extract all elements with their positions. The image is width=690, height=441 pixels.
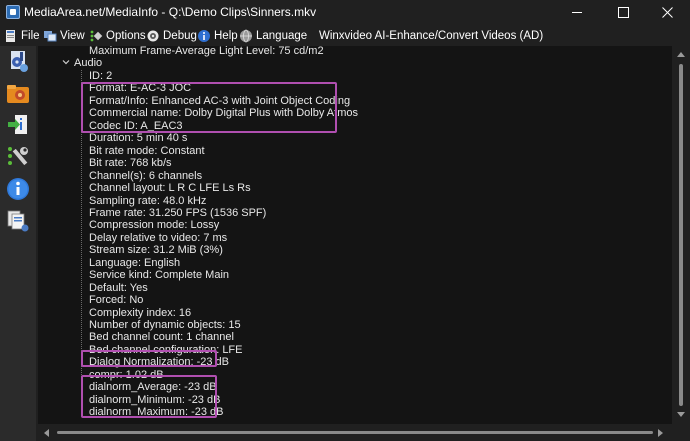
tree-property-line: Number of dynamic objects: 15	[89, 319, 241, 331]
menu-bar: File View Options Debug Help Language Wi…	[0, 24, 690, 46]
left-toolbar	[0, 46, 36, 441]
menu-debug-label: Debug	[163, 30, 197, 42]
menu-language-label: Language	[256, 30, 308, 42]
preferences-button[interactable]	[5, 144, 31, 170]
about-button[interactable]	[5, 176, 31, 202]
minimize-button[interactable]	[554, 0, 600, 24]
tree-property-line: Stream size: 31.2 MiB (3%)	[89, 244, 223, 257]
media-info-tree[interactable]: Maximum Frame-Average Light Level: 75 cd…	[38, 46, 672, 424]
tree-property-line: Bed channel count: 1 channel	[89, 331, 234, 344]
open-folder-button[interactable]	[5, 80, 31, 106]
compare-files-button[interactable]	[5, 208, 31, 234]
menu-language[interactable]: Language	[239, 27, 307, 45]
horizontal-scrollbar[interactable]	[38, 424, 672, 441]
multiple-files-icon	[7, 210, 29, 232]
tree-property-line: Language: English	[89, 256, 181, 269]
tree-property-line: Complexity index: 16	[89, 306, 192, 319]
tree-property-line: Channel layout: L R C LFE Ls Rs	[89, 182, 251, 195]
help-icon	[197, 29, 211, 43]
close-button[interactable]	[644, 0, 690, 24]
close-icon	[661, 6, 673, 18]
tree-property-line: Duration: 5 min 40 s	[89, 132, 188, 145]
tree-property-line: Sampling rate: 48.0 kHz	[89, 194, 207, 207]
menu-winxvideo-label: Winxvideo AI-Enhance/Convert Videos (AD)	[319, 30, 544, 42]
highlight-dialog-normalization	[81, 350, 217, 367]
menu-winxvideo[interactable]: Winxvideo AI-Enhance/Convert Videos (AD)	[319, 27, 543, 45]
scroll-right-arrow-icon[interactable]	[658, 429, 663, 437]
tree-line-max-fall: Maximum Frame-Average Light Level: 75 cd…	[89, 46, 324, 57]
view-icon	[43, 29, 57, 43]
tree-property-line: Default: Yes	[89, 281, 148, 294]
highlight-dialnorm-group	[81, 375, 217, 418]
tree-property-line: Frame rate: 31.250 FPS (1536 SPF)	[89, 206, 267, 219]
vertical-scroll-thumb[interactable]	[679, 64, 683, 406]
tree-property-line: Compression mode: Lossy	[89, 219, 220, 232]
debug-icon	[146, 29, 160, 43]
export-button[interactable]	[5, 112, 31, 138]
menu-options-label: Options	[106, 30, 146, 42]
horizontal-scroll-thumb[interactable]	[57, 431, 653, 434]
wrench-settings-icon	[8, 147, 28, 166]
tree-property-line: Forced: No	[89, 294, 144, 307]
tree-property-line: Bit rate: 768 kb/s	[89, 157, 172, 170]
highlight-format-group	[81, 82, 337, 133]
globe-icon	[239, 29, 253, 43]
title-bar: MediaArea.net/MediaInfo - Q:\Demo Clips\…	[0, 0, 690, 24]
scroll-down-arrow-icon[interactable]	[677, 412, 685, 417]
tree-property-line: Service kind: Complete Main	[89, 269, 230, 282]
menu-file[interactable]: File	[4, 27, 40, 45]
menu-view[interactable]: View	[43, 27, 85, 45]
chevron-down-icon[interactable]	[62, 58, 70, 66]
scroll-left-arrow-icon[interactable]	[44, 429, 49, 437]
window-title: MediaArea.net/MediaInfo - Q:\Demo Clips\…	[24, 5, 317, 19]
tree-property-line: Delay relative to video: 7 ms	[89, 231, 228, 244]
mediainfo-app-icon	[6, 5, 20, 19]
vertical-scrollbar[interactable]	[672, 46, 690, 424]
folder-media-icon	[7, 85, 29, 103]
audio-section-header[interactable]: Audio	[74, 57, 102, 70]
options-icon	[89, 29, 103, 43]
menu-help-label: Help	[214, 30, 238, 42]
menu-debug[interactable]: Debug	[146, 27, 197, 45]
maximize-button[interactable]	[600, 0, 646, 24]
export-info-icon	[8, 115, 27, 134]
file-icon	[4, 29, 18, 43]
info-icon	[7, 178, 29, 200]
tree-property-line: Channel(s): 6 channels	[89, 169, 203, 182]
menu-help[interactable]: Help	[197, 27, 238, 45]
tree-property-line: Bit rate mode: Constant	[89, 144, 205, 157]
open-media-icon	[11, 51, 28, 72]
menu-options[interactable]: Options	[89, 27, 146, 45]
scrollbar-corner	[672, 424, 690, 441]
open-file-button[interactable]	[5, 48, 31, 74]
menu-view-label: View	[60, 30, 85, 42]
scroll-up-arrow-icon[interactable]	[677, 52, 685, 57]
tree-property-line: ID: 2	[89, 70, 113, 82]
menu-file-label: File	[21, 30, 40, 42]
